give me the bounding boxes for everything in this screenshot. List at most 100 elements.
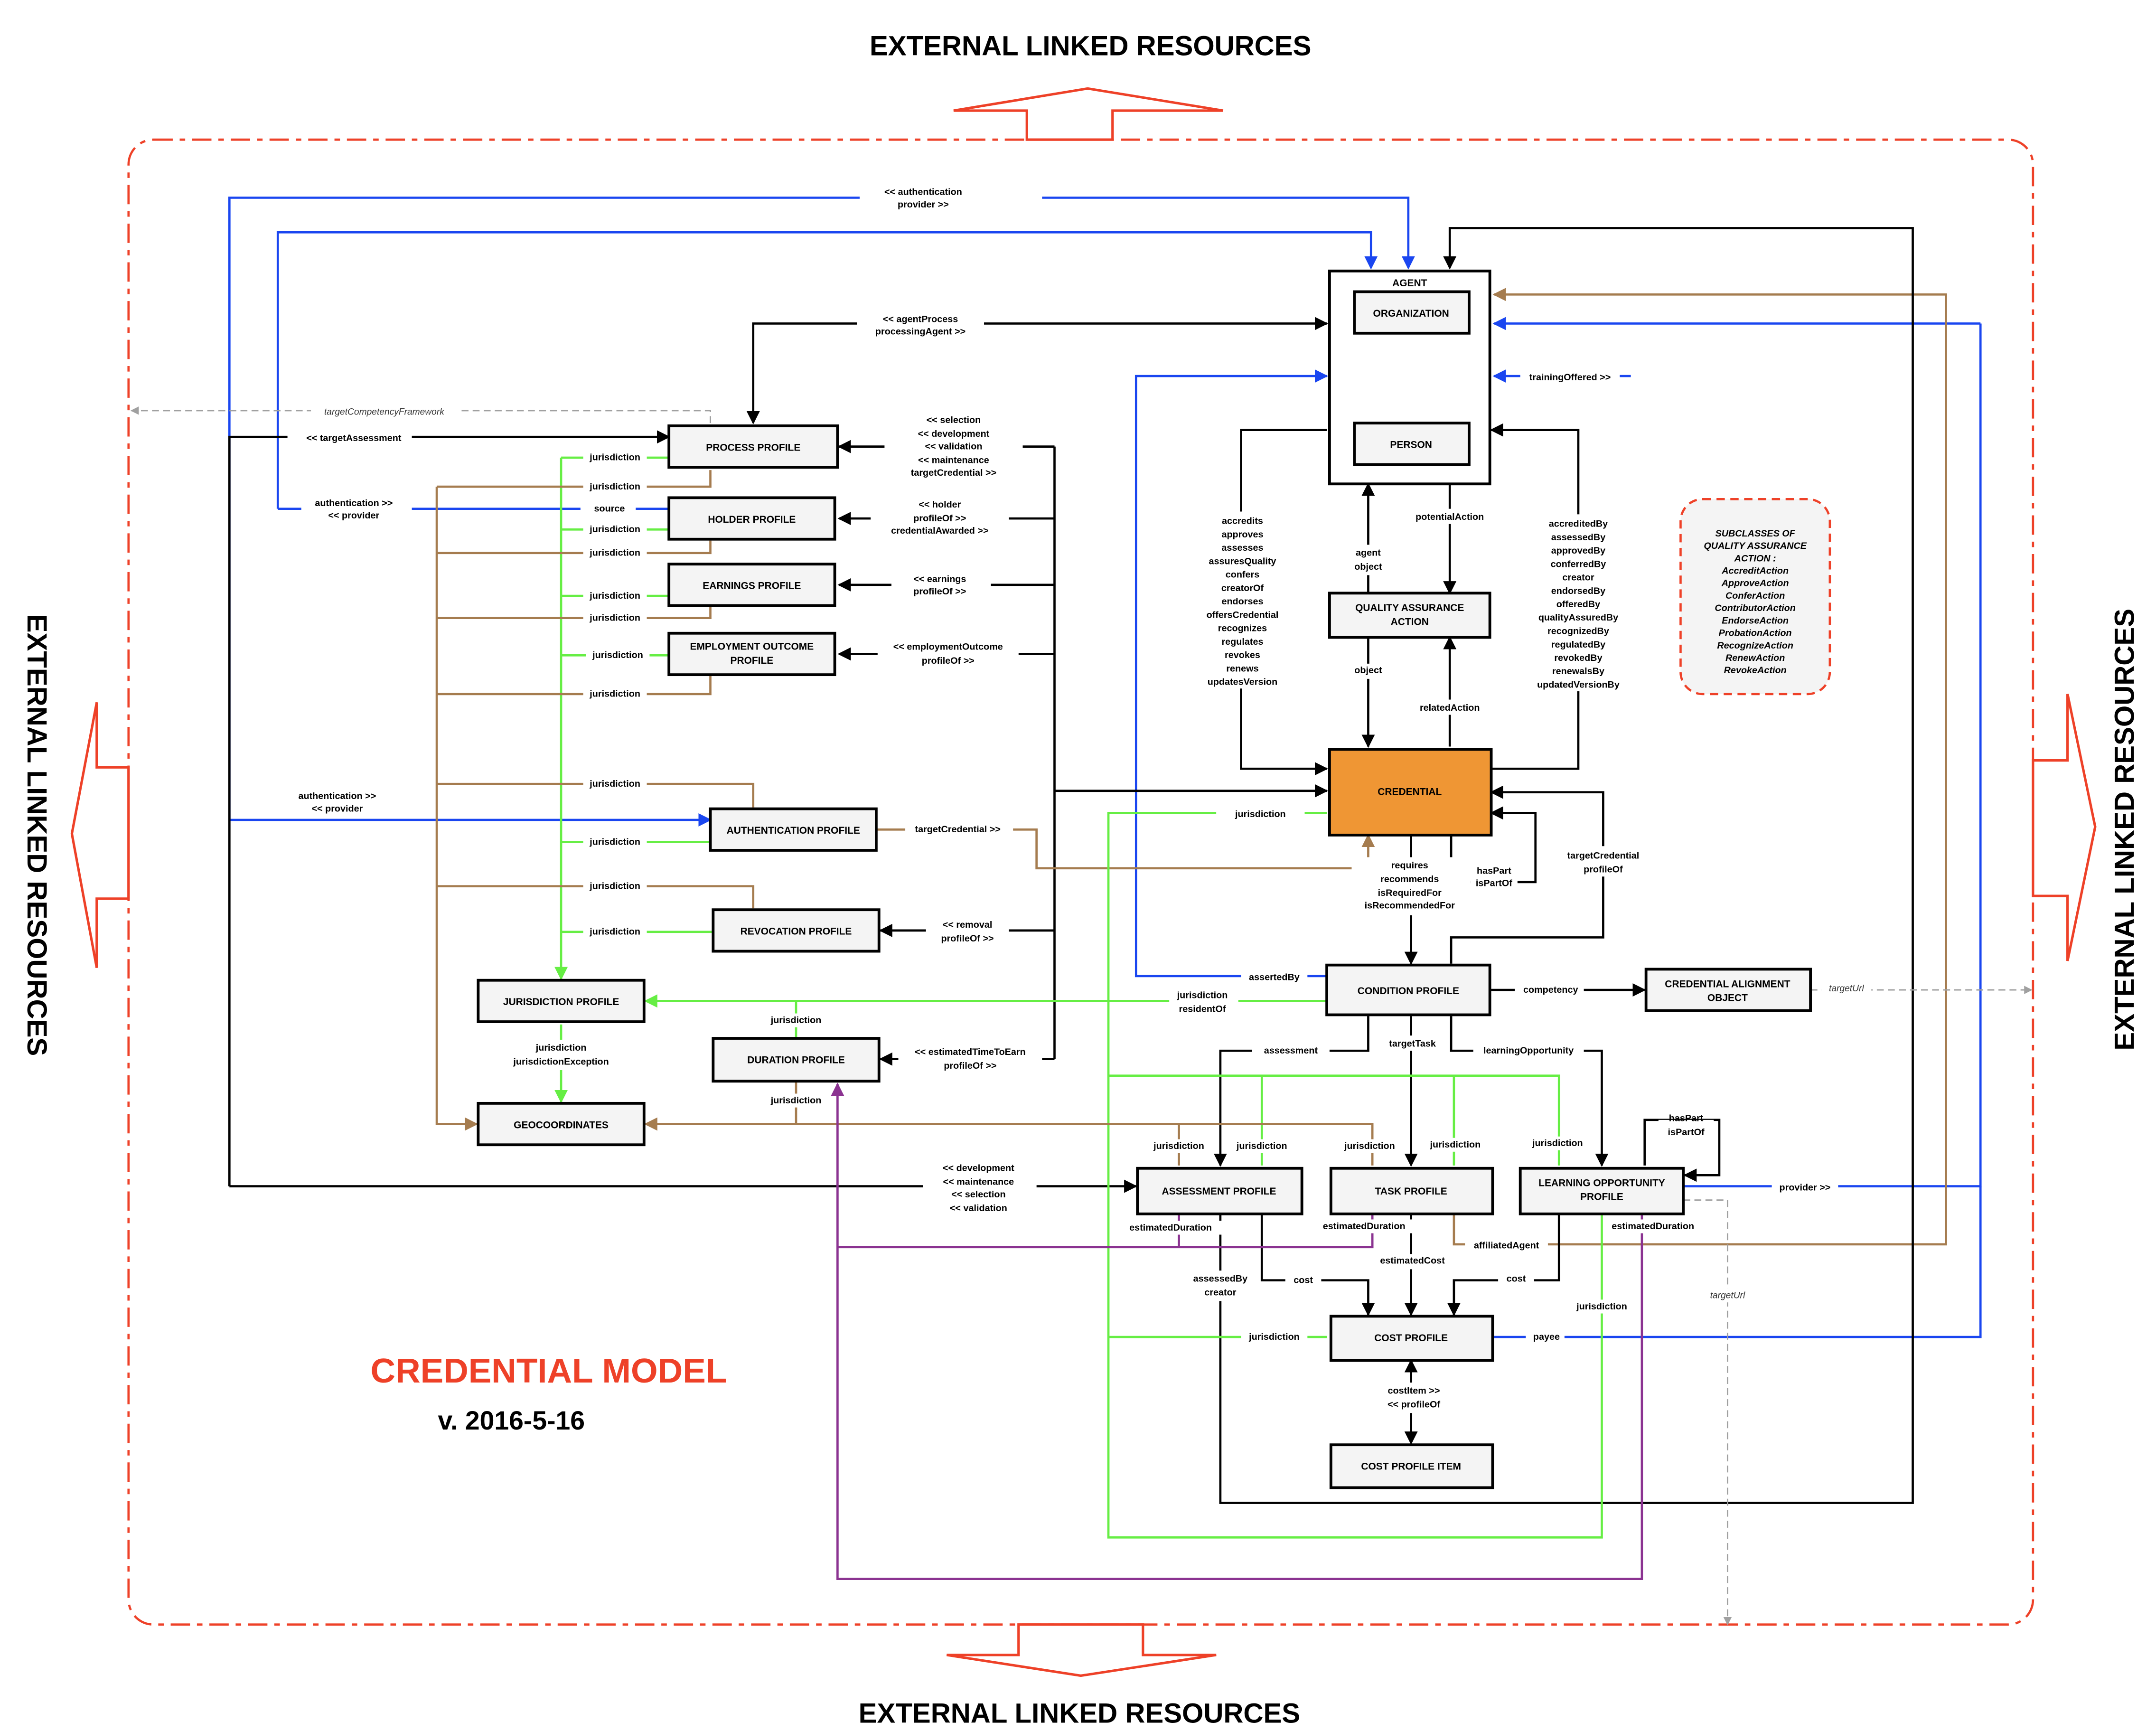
label-development: << development	[918, 429, 990, 439]
node-cost-profile[interactable]: COST PROFILE	[1329, 1315, 1494, 1362]
qa-action-label-1: QUALITY ASSURANCE	[1355, 602, 1464, 613]
node-jurisdiction-profile[interactable]: JURISDICTION PROFILE	[477, 978, 646, 1023]
label-cost-item: costItem >>	[1387, 1385, 1440, 1396]
label-assessment: assessment	[1264, 1045, 1318, 1056]
label-estimated-cost: estimatedCost	[1380, 1256, 1445, 1266]
label-jurisdiction: jurisdiction	[592, 650, 643, 660]
cost-profile-label: COST PROFILE	[1374, 1333, 1448, 1344]
condition-profile-label: CONDITION PROFILE	[1358, 986, 1459, 997]
label-creator: creator	[1204, 1288, 1236, 1298]
node-geocoordinates[interactable]: GEOCOORDINATES	[477, 1101, 646, 1147]
external-resources-right-label: EXTERNAL LINKED RESOURCES	[2109, 609, 2140, 1051]
label-holder-profile-of: profileOf >>	[913, 513, 966, 524]
label-holder: << holder	[919, 499, 961, 510]
label-learning-opportunity: learningOpportunity	[1483, 1045, 1574, 1056]
label-assessment-maintenance: << maintenance	[943, 1177, 1014, 1187]
credential-model-diagram: EXTERNAL LINKED RESOURCES EXTERNAL LINKE…	[21, 30, 2140, 1729]
label-earnings-profile-of: profileOf >>	[913, 586, 966, 597]
node-learning-opportunity-profile[interactable]: LEARNING OPPORTUNITY PROFILE	[1519, 1167, 1685, 1215]
edge-training-offered	[1602, 323, 1982, 1193]
agent-inverse-rel-item: updatedVersionBy	[1537, 679, 1620, 690]
edge-estimated-duration	[837, 1084, 1643, 1580]
node-condition-profile[interactable]: CONDITION PROFILE	[1325, 963, 1491, 1016]
agent-inverse-rel-item: revokedBy	[1554, 653, 1602, 663]
label-jurisdiction: jurisdiction	[589, 613, 640, 623]
node-assessment-profile[interactable]: ASSESSMENT PROFILE	[1136, 1167, 1303, 1215]
label-jurisdiction: jurisdiction	[589, 689, 640, 699]
lo-label-1: LEARNING OPPORTUNITY	[1538, 1178, 1665, 1189]
label-lo-has-part: hasPart	[1669, 1113, 1704, 1124]
label-holder-provider: << provider	[328, 510, 379, 521]
label-jurisdiction: jurisdiction	[589, 881, 640, 892]
edge-geo-earnings	[437, 607, 712, 620]
label-potential-action: potentialAction	[1415, 512, 1484, 522]
label-jurisdiction: jurisdiction	[1153, 1141, 1204, 1151]
node-organization[interactable]: ORGANIZATION	[1353, 290, 1471, 335]
node-authentication-profile[interactable]: AUTHENTICATION PROFILE	[709, 807, 878, 852]
label-maintenance: << maintenance	[918, 455, 989, 466]
node-holder-profile[interactable]: HOLDER PROFILE	[667, 496, 836, 541]
node-revocation-profile[interactable]: REVOCATION PROFILE	[712, 908, 881, 953]
external-arrow-left	[70, 702, 130, 968]
node-cost-profile-item[interactable]: COST PROFILE ITEM	[1329, 1443, 1494, 1489]
node-credential[interactable]: CREDENTIAL	[1328, 748, 1493, 837]
label-requires: requires	[1391, 860, 1428, 871]
agent-inverse-rel-item: offeredBy	[1556, 599, 1600, 610]
employment-profile-label-2: PROFILE	[730, 655, 773, 666]
label-jurisdiction: jurisdiction	[770, 1015, 822, 1025]
label-target-credential-process: targetCredential >>	[911, 468, 996, 478]
label-assessed-by: assessedBy	[1193, 1274, 1247, 1284]
agent-inverse-rel-item: endorsedBy	[1551, 586, 1605, 596]
label-estimated-duration: estimatedDuration	[1323, 1221, 1406, 1232]
external-arrow-top	[953, 87, 1224, 141]
agent-inverse-rel-item: conferredBy	[1551, 559, 1606, 569]
edge-geo-rail	[435, 487, 478, 1131]
label-assessment-development: << development	[943, 1163, 1014, 1174]
agent-rel-item: renews	[1226, 663, 1258, 674]
person-label: PERSON	[1390, 440, 1432, 451]
agent-inverse-rel-item: accreditedBy	[1549, 519, 1608, 529]
subclass-item: ConferAction	[1725, 591, 1785, 601]
node-credential-alignment-object[interactable]: CREDENTIAL ALIGNMENT OBJECT	[1644, 968, 1812, 1012]
agent-inverse-rel-item: assessedBy	[1551, 532, 1605, 543]
agent-rel-item: offersCredential	[1207, 610, 1279, 620]
agent-inverse-rel-item: creator	[1562, 573, 1594, 583]
diagram-version: v. 2016-5-16	[438, 1406, 585, 1435]
node-quality-assurance-action[interactable]: QUALITY ASSURANCE ACTION	[1328, 592, 1491, 639]
alignment-label-2: OBJECT	[1707, 992, 1748, 1003]
authentication-profile-label: AUTHENTICATION PROFILE	[727, 825, 860, 836]
label-jurisdiction: jurisdiction	[589, 548, 640, 558]
edge-geo-employment	[437, 676, 712, 696]
agent-rel-item: revokes	[1225, 650, 1260, 660]
label-affiliated-agent: affiliatedAgent	[1474, 1241, 1539, 1251]
label-removal-profile-of: profileOf >>	[941, 933, 994, 944]
node-duration-profile[interactable]: DURATION PROFILE	[712, 1037, 881, 1083]
label-source: source	[594, 503, 625, 514]
label-jurisdiction: jurisdiction	[589, 591, 640, 601]
label-object: object	[1354, 665, 1382, 676]
label-agent-object: object	[1354, 562, 1382, 572]
node-process-profile[interactable]: PROCESS PROFILE	[667, 424, 839, 469]
agent-rel-item: assesses	[1221, 543, 1263, 553]
label-jurisdiction: jurisdiction	[589, 837, 640, 847]
label-assessment-selection: << selection	[951, 1189, 1005, 1200]
agent-rel-item: confers	[1226, 570, 1260, 580]
edge-geo-holder	[437, 540, 712, 555]
agent-rel-item: creatorOf	[1221, 583, 1264, 593]
label-target-task: targetTask	[1389, 1038, 1436, 1049]
agent-rel-item: endorses	[1221, 596, 1263, 607]
label-jurisdiction-geo: jurisdiction	[535, 1043, 587, 1053]
node-person[interactable]: PERSON	[1353, 422, 1471, 466]
duration-profile-label: DURATION PROFILE	[747, 1054, 845, 1065]
label-provider: provider >>	[1780, 1182, 1831, 1193]
node-employment-outcome-profile[interactable]: EMPLOYMENT OUTCOME PROFILE	[667, 631, 836, 677]
node-task-profile[interactable]: TASK PROFILE	[1329, 1167, 1494, 1215]
label-jurisdiction: jurisdiction	[770, 1095, 822, 1106]
label-payee: payee	[1533, 1332, 1560, 1342]
agent-rel-item: accredits	[1222, 516, 1263, 527]
node-earnings-profile[interactable]: EARNINGS PROFILE	[667, 563, 836, 607]
assessment-profile-label: ASSESSMENT PROFILE	[1162, 1186, 1276, 1197]
label-credential-awarded: credentialAwarded >>	[891, 526, 988, 536]
organization-label: ORGANIZATION	[1373, 308, 1449, 319]
label-is-recommended-for: isRecommendedFor	[1365, 900, 1455, 911]
